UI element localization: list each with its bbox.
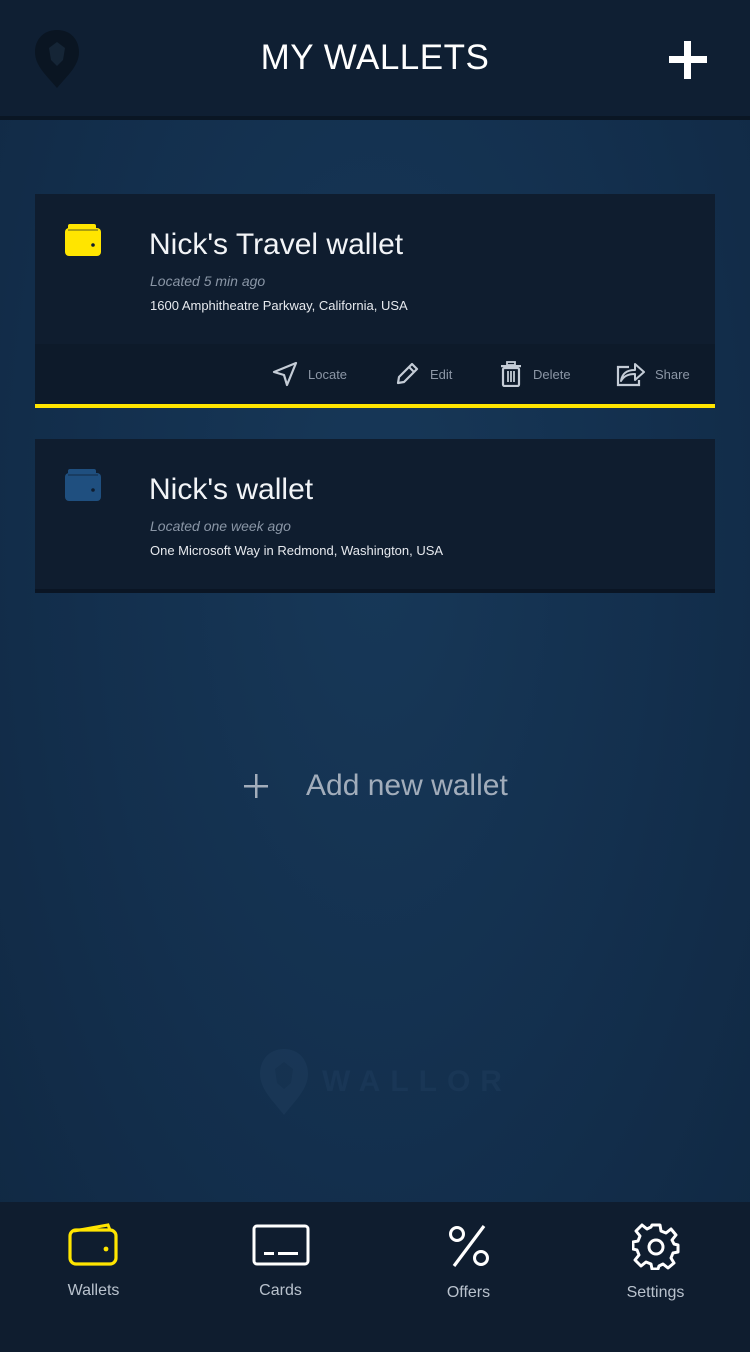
wallet-icon bbox=[65, 224, 101, 256]
wallet-address: 1600 Amphitheatre Parkway, California, U… bbox=[150, 298, 408, 313]
tab-label: Settings bbox=[626, 1284, 685, 1301]
share-label: Share bbox=[655, 366, 690, 382]
tab-cards[interactable]: Cards bbox=[187, 1222, 374, 1332]
tab-wallets[interactable]: Wallets bbox=[0, 1222, 187, 1332]
wallet-actions-bar: Locate Edit Delete Share bbox=[35, 344, 715, 404]
gear-icon bbox=[631, 1223, 679, 1270]
page-title: MY WALLETS bbox=[260, 38, 490, 77]
add-new-wallet-button[interactable]: Add new wallet bbox=[240, 762, 508, 810]
tab-label: Offers bbox=[446, 1284, 491, 1301]
wallet-icon bbox=[65, 469, 101, 501]
share-button[interactable]: Share bbox=[615, 360, 690, 388]
add-wallet-button[interactable] bbox=[666, 38, 710, 82]
trash-icon bbox=[501, 361, 521, 387]
lion-logo-icon bbox=[260, 1049, 308, 1115]
tab-offers[interactable]: Offers bbox=[375, 1222, 562, 1332]
brand-watermark: WALLOR bbox=[258, 1046, 512, 1118]
wallet-located-time: Located one week ago bbox=[150, 518, 291, 534]
plus-icon bbox=[244, 774, 268, 798]
wallet-located-time: Located 5 min ago bbox=[150, 273, 266, 289]
card-icon bbox=[252, 1224, 309, 1266]
wallet-card[interactable]: Nick's wallet Located one week ago One M… bbox=[35, 439, 715, 593]
navigation-arrow-icon bbox=[272, 361, 298, 387]
add-new-wallet-label: Add new wallet bbox=[306, 769, 508, 802]
wallet-name: Nick's wallet bbox=[149, 473, 314, 506]
edit-button[interactable]: Edit bbox=[394, 360, 452, 388]
pencil-icon bbox=[396, 362, 419, 385]
tab-settings[interactable]: Settings bbox=[562, 1222, 749, 1332]
delete-label: Delete bbox=[533, 366, 571, 382]
bottom-tab-bar: Wallets Cards Offers Settings bbox=[0, 1202, 750, 1352]
wallet-name: Nick's Travel wallet bbox=[149, 228, 404, 261]
wallet-icon bbox=[67, 1223, 118, 1266]
edit-label: Edit bbox=[430, 366, 453, 382]
share-icon bbox=[616, 363, 645, 387]
wallet-address: One Microsoft Way in Redmond, Washington… bbox=[150, 543, 444, 558]
locate-label: Locate bbox=[308, 366, 348, 382]
tab-label: Wallets bbox=[67, 1282, 120, 1299]
locate-button[interactable]: Locate bbox=[272, 360, 347, 388]
percent-icon bbox=[448, 1225, 489, 1267]
app-header: MY WALLETS bbox=[0, 0, 750, 120]
wallet-card[interactable]: Nick's Travel wallet Located 5 min ago 1… bbox=[35, 194, 715, 408]
delete-button[interactable]: Delete bbox=[499, 360, 571, 388]
watermark-text: WALLOR bbox=[322, 1065, 512, 1098]
tab-label: Cards bbox=[259, 1282, 302, 1299]
